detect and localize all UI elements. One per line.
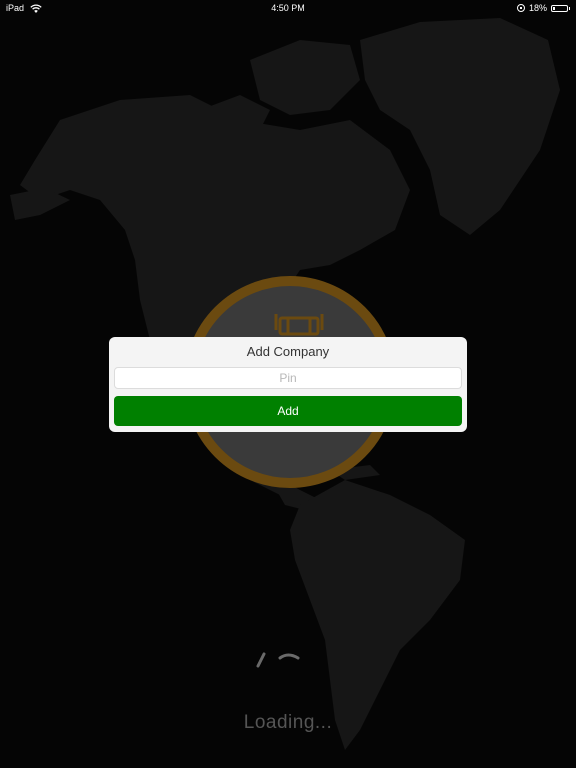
- truck-icon: [274, 314, 324, 336]
- status-bar: iPad 4:50 PM 18%: [0, 0, 576, 16]
- orientation-lock-icon: [516, 4, 525, 12]
- add-button[interactable]: Add: [114, 396, 462, 426]
- status-time: 4:50 PM: [271, 3, 305, 13]
- add-company-dialog: Add Company Add: [109, 337, 467, 432]
- status-right: 18%: [516, 3, 570, 13]
- pin-input[interactable]: [114, 367, 462, 389]
- spinner-icon: [256, 652, 300, 668]
- dialog-title: Add Company: [246, 344, 330, 359]
- battery-level: [553, 6, 556, 10]
- loading-text: Loading...: [243, 712, 333, 733]
- battery-icon: [551, 4, 570, 12]
- app-screen: iPad 4:50 PM 18% Add Company Pin Add Loa…: [0, 0, 576, 768]
- battery-percent: 18%: [528, 3, 547, 13]
